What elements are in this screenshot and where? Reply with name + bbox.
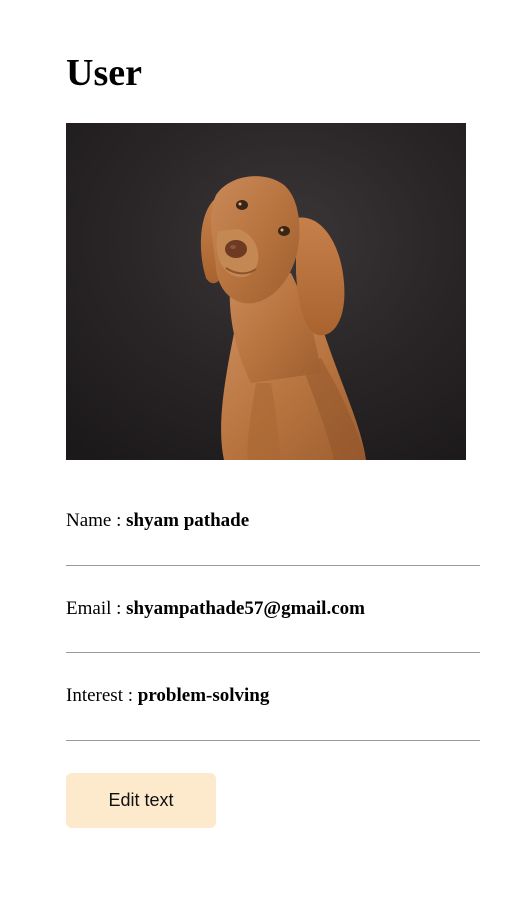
name-field: Name : shyam pathade (66, 509, 480, 533)
page-title: User (66, 52, 142, 94)
edit-text-button[interactable]: Edit text (66, 773, 216, 828)
divider (66, 740, 480, 741)
dog-photo-illustration (66, 123, 466, 460)
divider (66, 565, 480, 566)
divider (66, 652, 480, 653)
email-field: Email : shyampathade57@gmail.com (66, 597, 480, 621)
email-label: Email : (66, 598, 127, 619)
interest-label: Interest : (66, 685, 138, 706)
email-value: shyampathade57@gmail.com (126, 598, 365, 619)
name-value: shyam pathade (126, 510, 250, 531)
user-photo (66, 123, 466, 460)
interest-field: Interest : problem-solving (66, 684, 480, 708)
name-label: Name : (66, 510, 127, 531)
interest-value: problem-solving (137, 685, 270, 706)
